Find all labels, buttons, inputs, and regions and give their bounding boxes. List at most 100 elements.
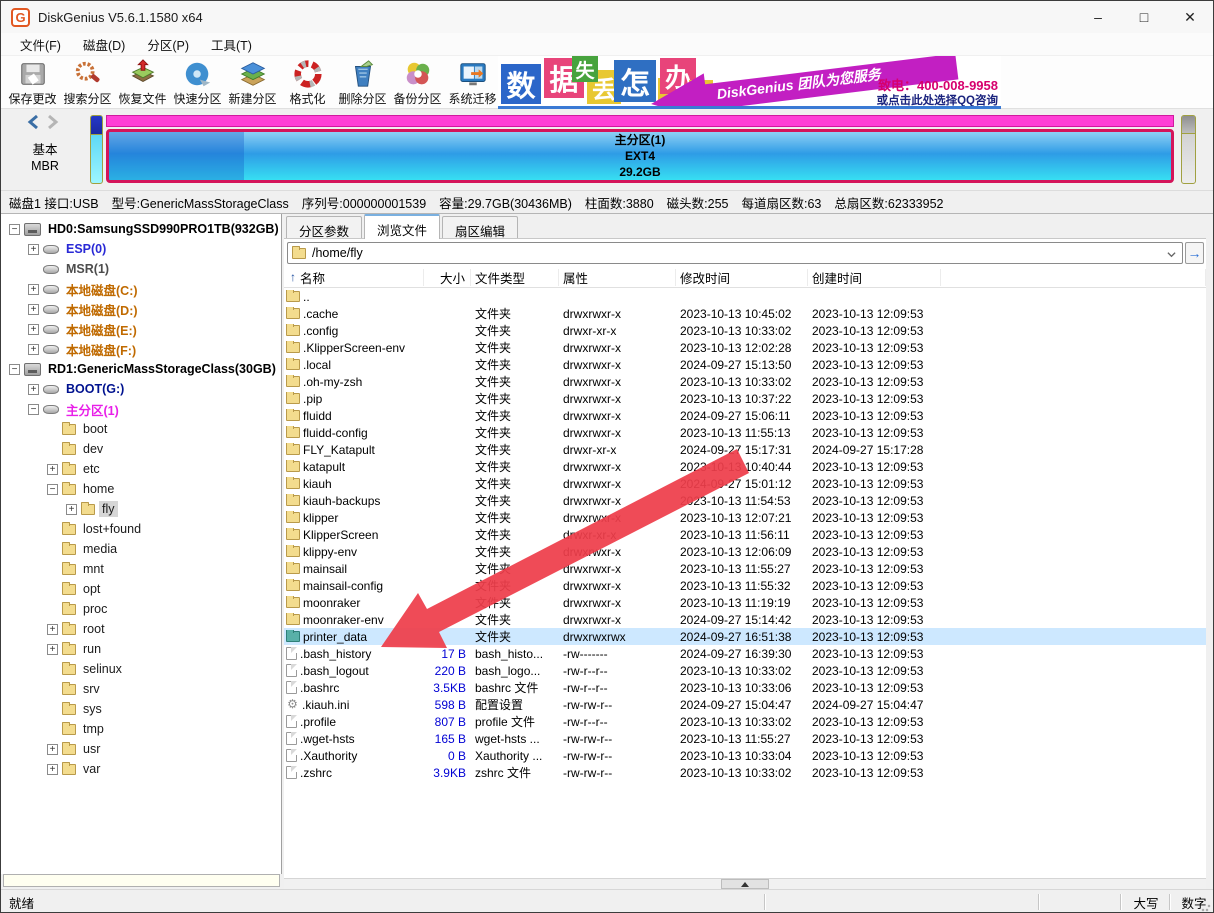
- menu-item-1[interactable]: 磁盘(D): [72, 33, 136, 56]
- tree-item-lost+found[interactable]: lost+found: [1, 519, 281, 539]
- panel-scrollbar[interactable]: [284, 878, 1206, 889]
- tree-item-rd1:genericmassstorageclass(30gb)[interactable]: −RD1:GenericMassStorageClass(30GB): [1, 359, 281, 379]
- expand-icon[interactable]: +: [47, 464, 58, 475]
- expand-icon[interactable]: +: [28, 304, 39, 315]
- file-row-.wget-hsts[interactable]: .wget-hsts165 Bwget-hsts ...-rw-rw-r--20…: [284, 730, 1206, 747]
- tree-item-tmp[interactable]: tmp: [1, 719, 281, 739]
- expand-icon[interactable]: +: [28, 324, 39, 335]
- tree-item-opt[interactable]: opt: [1, 579, 281, 599]
- tree-item-selinux[interactable]: selinux: [1, 659, 281, 679]
- menu-item-2[interactable]: 分区(P): [136, 33, 200, 56]
- toolbar-search-partition-button[interactable]: 搜索分区: [60, 56, 115, 109]
- file-row-.pip[interactable]: .pip文件夹drwxrwxr-x2023-10-13 10:37:222023…: [284, 390, 1206, 407]
- disk-mini-map[interactable]: [90, 115, 103, 184]
- collapse-icon[interactable]: −: [9, 224, 20, 235]
- expand-icon[interactable]: +: [28, 284, 39, 295]
- tree-item-(f:)[interactable]: +本地磁盘(F:): [1, 339, 281, 359]
- file-row-fluidd-config[interactable]: fluidd-config文件夹drwxrwxr-x2023-10-13 11:…: [284, 424, 1206, 441]
- tree-item-srv[interactable]: srv: [1, 679, 281, 699]
- menu-item-3[interactable]: 工具(T): [200, 33, 263, 56]
- file-row-.kiauh.ini[interactable]: ⚙.kiauh.ini598 B配置设置-rw-rw-r--2024-09-27…: [284, 696, 1206, 713]
- file-row-moonraker[interactable]: moonraker文件夹drwxrwxr-x2023-10-13 11:19:1…: [284, 594, 1206, 611]
- expand-icon[interactable]: +: [28, 244, 39, 255]
- expand-icon[interactable]: +: [47, 624, 58, 635]
- file-row-moonraker-env[interactable]: moonraker-env文件夹drwxrwxr-x2024-09-27 15:…: [284, 611, 1206, 628]
- file-row-mainsail[interactable]: mainsail文件夹drwxrwxr-x2023-10-13 11:55:27…: [284, 560, 1206, 577]
- chevron-down-icon[interactable]: [1167, 250, 1176, 259]
- toolbar-format-button[interactable]: 格式化: [280, 56, 335, 109]
- file-row-KlipperScreen[interactable]: KlipperScreen文件夹drwxr-xr-x2023-10-13 11:…: [284, 526, 1206, 543]
- toolbar-new-partition-button[interactable]: 新建分区: [225, 56, 280, 109]
- tree-item-proc[interactable]: proc: [1, 599, 281, 619]
- tab-0[interactable]: 分区参数: [286, 216, 362, 238]
- toolbar-system-migrate-button[interactable]: 系统迁移: [445, 56, 500, 109]
- file-row-kiauh[interactable]: kiauh文件夹drwxrwxr-x2024-09-27 15:01:12202…: [284, 475, 1206, 492]
- file-row-.profile[interactable]: .profile807 Bprofile 文件-rw-r--r--2023-10…: [284, 713, 1206, 730]
- tree-item-home[interactable]: −home: [1, 479, 281, 499]
- tree-item-boot[interactable]: boot: [1, 419, 281, 439]
- file-row-.local[interactable]: .local文件夹drwxrwxr-x2024-09-27 15:13:5020…: [284, 356, 1206, 373]
- file-row-..[interactable]: ..: [284, 288, 1206, 305]
- file-row-kiauh-backups[interactable]: kiauh-backups文件夹drwxrwxr-x2023-10-13 11:…: [284, 492, 1206, 509]
- file-row-.cache[interactable]: .cache文件夹drwxrwxr-x2023-10-13 10:45:0220…: [284, 305, 1206, 322]
- file-row-.KlipperScreen-env[interactable]: .KlipperScreen-env文件夹drwxrwxr-x2023-10-1…: [284, 339, 1206, 356]
- file-row-FLY_Katapult[interactable]: FLY_Katapult文件夹drwxr-xr-x2024-09-27 15:1…: [284, 441, 1206, 458]
- toolbar-backup-partition-button[interactable]: 备份分区: [390, 56, 445, 109]
- go-button[interactable]: →: [1185, 242, 1204, 264]
- menu-item-0[interactable]: 文件(F): [9, 33, 72, 56]
- expand-icon[interactable]: +: [28, 384, 39, 395]
- collapse-handle[interactable]: [721, 879, 769, 889]
- file-row-.zshrc[interactable]: .zshrc3.9KBzshrc 文件-rw-rw-r--2023-10-13 …: [284, 764, 1206, 781]
- tree-item-root[interactable]: +root: [1, 619, 281, 639]
- ad-banner[interactable]: 数据丢失怎么办! DiskGenius 团队为您服务 致电：400-008-99…: [498, 56, 1001, 109]
- file-row-.bash_logout[interactable]: .bash_logout220 Bbash_logo...-rw-r--r--2…: [284, 662, 1206, 679]
- tree-item-(d:)[interactable]: +本地磁盘(D:): [1, 299, 281, 319]
- tree-item-mnt[interactable]: mnt: [1, 559, 281, 579]
- expand-icon[interactable]: +: [66, 504, 77, 515]
- toolbar-quick-partition-button[interactable]: 快速分区: [170, 56, 225, 109]
- tree-item-fly[interactable]: +fly: [1, 499, 281, 519]
- file-row-.config[interactable]: .config文件夹drwxr-xr-x2023-10-13 10:33:022…: [284, 322, 1206, 339]
- tree-item-(1)[interactable]: −主分区(1): [1, 399, 281, 419]
- expand-icon[interactable]: +: [28, 344, 39, 355]
- expand-icon[interactable]: +: [47, 644, 58, 655]
- file-row-.oh-my-zsh[interactable]: .oh-my-zsh文件夹drwxrwxr-x2023-10-13 10:33:…: [284, 373, 1206, 390]
- file-row-fluidd[interactable]: fluidd文件夹drwxrwxr-x2024-09-27 15:06:1120…: [284, 407, 1206, 424]
- disk-overview-bar[interactable]: [106, 115, 1174, 127]
- file-row-.bashrc[interactable]: .bashrc3.5KBbashrc 文件-rw-r--r--2023-10-1…: [284, 679, 1206, 696]
- toolbar-delete-partition-button[interactable]: 删除分区: [335, 56, 390, 109]
- tree-item-(e:)[interactable]: +本地磁盘(E:): [1, 319, 281, 339]
- file-row-katapult[interactable]: katapult文件夹drwxrwxr-x2023-10-13 10:40:44…: [284, 458, 1206, 475]
- close-button[interactable]: ✕: [1167, 1, 1213, 33]
- table-header[interactable]: ↑名称 大小 文件类型 属性 修改时间 创建时间: [284, 267, 1206, 288]
- next-disk-icon[interactable]: [46, 114, 59, 130]
- file-row-mainsail-config[interactable]: mainsail-config文件夹drwxrwxr-x2023-10-13 1…: [284, 577, 1206, 594]
- tree-item-var[interactable]: +var: [1, 759, 281, 779]
- tab-2[interactable]: 扇区编辑: [442, 216, 518, 238]
- tab-1[interactable]: 浏览文件: [364, 214, 440, 239]
- prev-disk-icon[interactable]: [27, 114, 40, 130]
- toolbar-recover-files-button[interactable]: 恢复文件: [115, 56, 170, 109]
- partition-scrollbar[interactable]: [1181, 115, 1196, 184]
- file-row-printer_data[interactable]: printer_data文件夹drwxrwxrwx2024-09-27 16:5…: [284, 628, 1206, 645]
- tree-item-dev[interactable]: dev: [1, 439, 281, 459]
- collapse-icon[interactable]: −: [47, 484, 58, 495]
- tree-item-run[interactable]: +run: [1, 639, 281, 659]
- tree-item-sys[interactable]: sys: [1, 699, 281, 719]
- path-combobox[interactable]: /home/fly: [287, 242, 1183, 264]
- tree-item-hd0:samsungssd990pro1tb(932gb)[interactable]: −HD0:SamsungSSD990PRO1TB(932GB): [1, 219, 281, 239]
- tree-item-usr[interactable]: +usr: [1, 739, 281, 759]
- file-row-klippy-env[interactable]: klippy-env文件夹drwxrwxr-x2023-10-13 12:06:…: [284, 543, 1206, 560]
- collapse-icon[interactable]: −: [9, 364, 20, 375]
- tree-item-media[interactable]: media: [1, 539, 281, 559]
- toolbar-save-disk-button[interactable]: 保存更改: [5, 56, 60, 109]
- expand-icon[interactable]: +: [47, 744, 58, 755]
- banner-qq-link[interactable]: 或点击此处选择QQ咨询: [877, 92, 998, 108]
- tree-item-etc[interactable]: +etc: [1, 459, 281, 479]
- file-row-.Xauthority[interactable]: .Xauthority0 BXauthority ...-rw-rw-r--20…: [284, 747, 1206, 764]
- file-row-.bash_history[interactable]: .bash_history17 Bbash_histo...-rw-------…: [284, 645, 1206, 662]
- expand-icon[interactable]: +: [47, 764, 58, 775]
- resize-grip[interactable]: [1201, 902, 1211, 912]
- partition-block[interactable]: 主分区(1) EXT4 29.2GB: [106, 129, 1174, 183]
- collapse-icon[interactable]: −: [28, 404, 39, 415]
